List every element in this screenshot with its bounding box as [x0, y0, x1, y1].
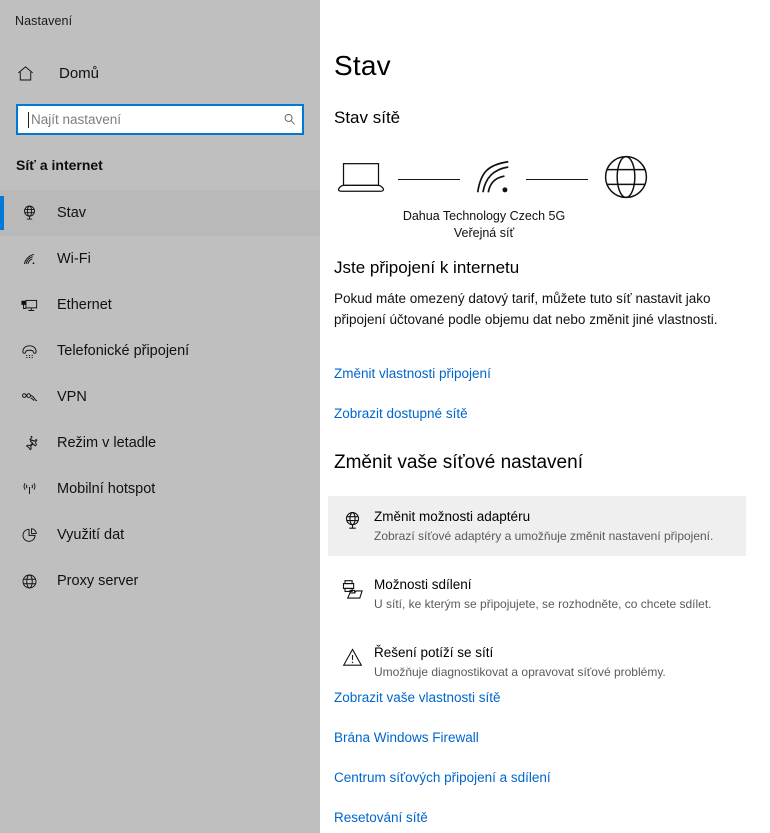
sidebar-item-proxy[interactable]: Proxy server: [0, 558, 320, 604]
option-title: Možnosti sdílení: [374, 577, 472, 592]
network-adapter-icon: [334, 507, 370, 533]
ethernet-icon: [14, 296, 44, 315]
option-subtitle: Zobrazí síťové adaptéry a umožňuje změni…: [374, 529, 714, 543]
network-type: Veřejná síť: [453, 226, 515, 240]
wifi-icon: [14, 250, 44, 269]
globe-icon: [14, 572, 44, 591]
search-input[interactable]: [29, 106, 276, 133]
option-change-adapter-options[interactable]: Změnit možnosti adaptéru Zobrazí síťové …: [328, 496, 746, 556]
sidebar-item-dialup-label: Telefonické připojení: [57, 343, 190, 359]
sharing-printer-folder-icon: [334, 575, 370, 601]
option-network-troubleshooter[interactable]: Řešení potíží se sítí Umožňuje diagnosti…: [328, 632, 746, 692]
sidebar: Nastavení Domů Síť a internet: [0, 0, 320, 833]
option-sharing-options[interactable]: Možnosti sdílení U sítí, ke kterým se př…: [328, 564, 746, 624]
link-view-network-properties[interactable]: Zobrazit vaše vlastnosti sítě: [334, 690, 501, 705]
hotspot-icon: [14, 480, 44, 499]
link-show-available-networks[interactable]: Zobrazit dostupné sítě: [334, 406, 468, 421]
option-title: Řešení potíží se sítí: [374, 645, 494, 660]
option-text: Možnosti sdílení U sítí, ke kterým se př…: [370, 575, 738, 613]
wifi-signal-icon: [472, 156, 514, 203]
sidebar-item-hotspot[interactable]: Mobilní hotspot: [0, 466, 320, 512]
network-caption: Dahua Technology Czech 5G Veřejná síť: [334, 206, 634, 242]
sidebar-item-vpn[interactable]: VPN: [0, 374, 320, 420]
sidebar-item-ethernet[interactable]: Ethernet: [0, 282, 320, 328]
window-title: Nastavení: [15, 14, 73, 28]
sidebar-item-ethernet-label: Ethernet: [57, 297, 112, 313]
link-network-and-sharing-center[interactable]: Centrum síťových připojení a sdílení: [334, 770, 551, 785]
sidebar-item-proxy-label: Proxy server: [57, 573, 139, 589]
dialup-phone-icon: [14, 342, 44, 361]
network-status-subheading: Stav sítě: [334, 108, 401, 127]
sidebar-item-stav-label: Stav: [57, 205, 87, 221]
main-content: Stav Stav sítě Dahua Technology Czech 5G…: [320, 0, 770, 833]
option-title: Změnit možnosti adaptéru: [374, 509, 531, 524]
option-text: Změnit možnosti adaptéru Zobrazí síťové …: [370, 507, 738, 545]
sidebar-item-home-label: Domů: [59, 64, 100, 82]
option-text: Řešení potíží se sítí Umožňuje diagnosti…: [370, 643, 738, 681]
sidebar-item-hotspot-label: Mobilní hotspot: [57, 481, 156, 497]
network-settings-options: Změnit možnosti adaptéru Zobrazí síťové …: [328, 496, 746, 700]
connection-status-title: Jste připojení k internetu: [334, 258, 520, 277]
sidebar-nav-list: Stav Wi-Fi Ethernet Telefonické připojen…: [0, 190, 320, 604]
home-icon: [16, 64, 46, 83]
vpn-icon: [14, 388, 44, 407]
change-network-settings-heading: Změnit vaše síťové nastavení: [334, 452, 583, 473]
laptop-icon: [336, 157, 386, 202]
data-usage-pie-icon: [14, 526, 44, 545]
network-diagram: Dahua Technology Czech 5G Veřejná síť: [334, 152, 764, 252]
link-network-reset[interactable]: Resetování sítě: [334, 810, 428, 825]
sidebar-section-heading: Síť a internet: [16, 157, 103, 173]
sidebar-item-airplane-mode-label: Režim v letadle: [57, 435, 157, 451]
option-subtitle: U sítí, ke kterým se připojujete, se roz…: [374, 597, 712, 611]
sidebar-item-vpn-label: VPN: [57, 389, 87, 405]
sidebar-item-dialup[interactable]: Telefonické připojení: [0, 328, 320, 374]
sidebar-item-stav[interactable]: Stav: [0, 190, 320, 236]
network-name: Dahua Technology Czech 5G: [402, 209, 566, 223]
link-windows-firewall[interactable]: Brána Windows Firewall: [334, 730, 479, 745]
search-icon[interactable]: [276, 112, 302, 127]
sidebar-item-data-usage[interactable]: Využití dat: [0, 512, 320, 558]
network-diagram-row: [334, 152, 764, 206]
settings-window: Nastavení Domů Síť a internet: [0, 0, 770, 833]
troubleshoot-warning-icon: [334, 643, 370, 669]
sidebar-item-home[interactable]: Domů: [14, 58, 306, 88]
sidebar-item-wifi-label: Wi-Fi: [57, 251, 91, 267]
globe-icon: [600, 151, 652, 208]
link-change-connection-properties[interactable]: Změnit vlastnosti připojení: [334, 366, 491, 381]
option-subtitle: Umožňuje diagnostikovat a opravovat síťo…: [374, 665, 666, 679]
airplane-icon: [14, 434, 44, 453]
search-box[interactable]: [16, 104, 304, 135]
diagram-connector-left: [398, 178, 460, 180]
sidebar-item-data-usage-label: Využití dat: [57, 527, 125, 543]
sidebar-item-wifi[interactable]: Wi-Fi: [0, 236, 320, 282]
diagram-connector-right: [526, 178, 588, 180]
page-title: Stav: [334, 50, 391, 81]
connection-status-description: Pokud máte omezený datový tarif, můžete …: [334, 291, 718, 327]
network-status-icon: [14, 204, 44, 223]
sidebar-item-airplane-mode[interactable]: Režim v letadle: [0, 420, 320, 466]
